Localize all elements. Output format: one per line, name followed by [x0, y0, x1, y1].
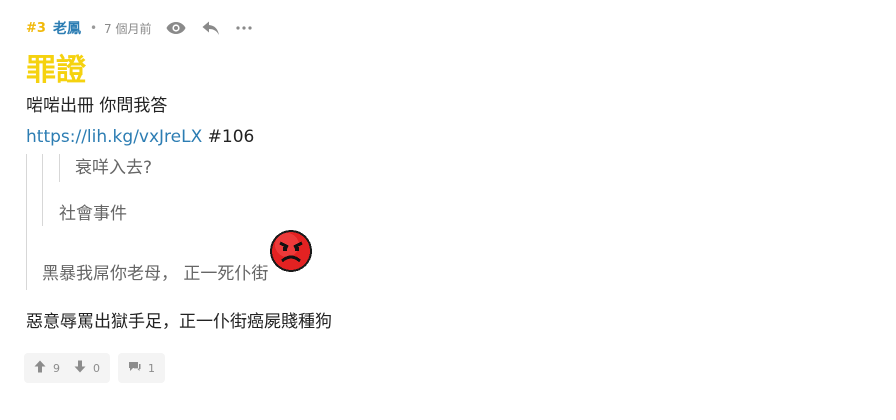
- downvote-button[interactable]: 0: [74, 360, 100, 376]
- post: #3 老鳳 • 7 個月前 罪證 啱啱出冊 你問我答 https://lih.k…: [24, 14, 876, 383]
- quote-innermost: 衰咩入去?: [59, 154, 876, 182]
- quote-outer-line: 黑暴我屌你老母， 正一死仆街: [42, 230, 876, 290]
- eye-icon[interactable]: [166, 21, 186, 35]
- post-time: 7 個月前: [104, 21, 152, 36]
- separator-dot: •: [89, 21, 98, 35]
- downvote-count: 0: [93, 361, 100, 375]
- quote-innermost-text: 衰咩入去?: [75, 158, 153, 178]
- vote-group: 9 0: [24, 353, 110, 383]
- angry-face-icon: [268, 228, 314, 274]
- post-meta: #3 老鳳 • 7 個月前: [26, 14, 876, 42]
- username-link[interactable]: 老鳳: [53, 18, 81, 38]
- upvote-count: 9: [53, 361, 60, 375]
- comments-button[interactable]: 1: [118, 353, 165, 383]
- thumb-down-icon: [74, 360, 86, 376]
- thumb-up-icon: [34, 360, 46, 376]
- post-actions: 9 0 1: [24, 353, 876, 383]
- upvote-button[interactable]: 9: [34, 360, 60, 376]
- quote-outer: 衰咩入去? 社會事件 黑暴我屌你老母， 正一死仆街: [26, 154, 876, 290]
- quote-middle-text: 社會事件: [59, 204, 127, 224]
- post-subtitle: 啱啱出冊 你問我答: [26, 96, 168, 116]
- floor-number: #3: [26, 20, 46, 36]
- comment-count: 1: [148, 361, 155, 375]
- post-comment: 惡意辱罵出獄手足，正一仆街癌屍賤種狗: [26, 312, 332, 332]
- comment-icon: [128, 361, 141, 375]
- more-icon[interactable]: [236, 26, 253, 30]
- post-title: 罪證: [26, 53, 86, 88]
- quote-middle: 衰咩入去? 社會事件: [42, 154, 876, 226]
- link-suffix: #106: [207, 127, 255, 147]
- reply-icon[interactable]: [202, 21, 220, 36]
- link-line: https://lih.kg/vxJreLX #106: [26, 125, 876, 149]
- external-link[interactable]: https://lih.kg/vxJreLX: [26, 127, 202, 147]
- quote-outer-text: 黑暴我屌你老母， 正一死仆街: [42, 264, 269, 284]
